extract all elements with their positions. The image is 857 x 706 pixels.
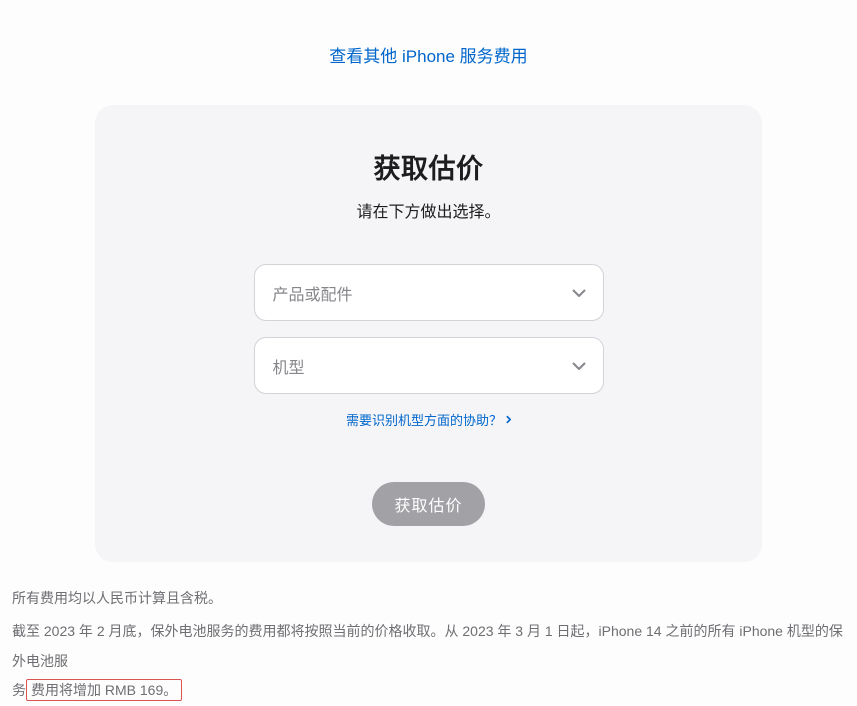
model-select-wrap: 机型 bbox=[254, 337, 604, 394]
help-link-container: 需要识别机型方面的协助？ bbox=[135, 410, 722, 430]
help-link-label: 需要识别机型方面的协助？ bbox=[346, 410, 502, 429]
estimate-card: 获取估价 请在下方做出选择。 产品或配件 机型 需要识别机型方面的协助？ 获取估… bbox=[95, 105, 762, 562]
footer-line-1: 所有费用均以人民币计算且含税。 bbox=[12, 584, 845, 613]
product-select[interactable]: 产品或配件 bbox=[254, 264, 604, 321]
footer-line-2-part1: 截至 2023 年 2 月底，保外电池服务的费用都将按照当前的价格收取。从 20… bbox=[12, 623, 843, 668]
card-title: 获取估价 bbox=[135, 147, 722, 186]
footer-text: 所有费用均以人民币计算且含税。 截至 2023 年 2 月底，保外电池服务的费用… bbox=[0, 562, 857, 706]
price-increase-highlight: 费用将增加 RMB 169。 bbox=[26, 679, 182, 701]
product-select-wrap: 产品或配件 bbox=[254, 264, 604, 321]
model-select-placeholder: 机型 bbox=[273, 354, 305, 378]
product-select-placeholder: 产品或配件 bbox=[273, 281, 353, 305]
chevron-right-icon bbox=[506, 415, 511, 424]
footer-line-2-prefix: 务 bbox=[12, 682, 26, 698]
footer-line-2: 截至 2023 年 2 月底，保外电池服务的费用都将按照当前的价格收取。从 20… bbox=[12, 617, 845, 705]
identify-model-help-link[interactable]: 需要识别机型方面的协助？ bbox=[346, 410, 511, 429]
model-select[interactable]: 机型 bbox=[254, 337, 604, 394]
see-other-fees-link[interactable]: 查看其他 iPhone 服务费用 bbox=[329, 47, 527, 66]
get-estimate-button[interactable]: 获取估价 bbox=[372, 482, 484, 526]
top-link-container: 查看其他 iPhone 服务费用 bbox=[0, 0, 857, 95]
card-subtitle: 请在下方做出选择。 bbox=[135, 198, 722, 222]
